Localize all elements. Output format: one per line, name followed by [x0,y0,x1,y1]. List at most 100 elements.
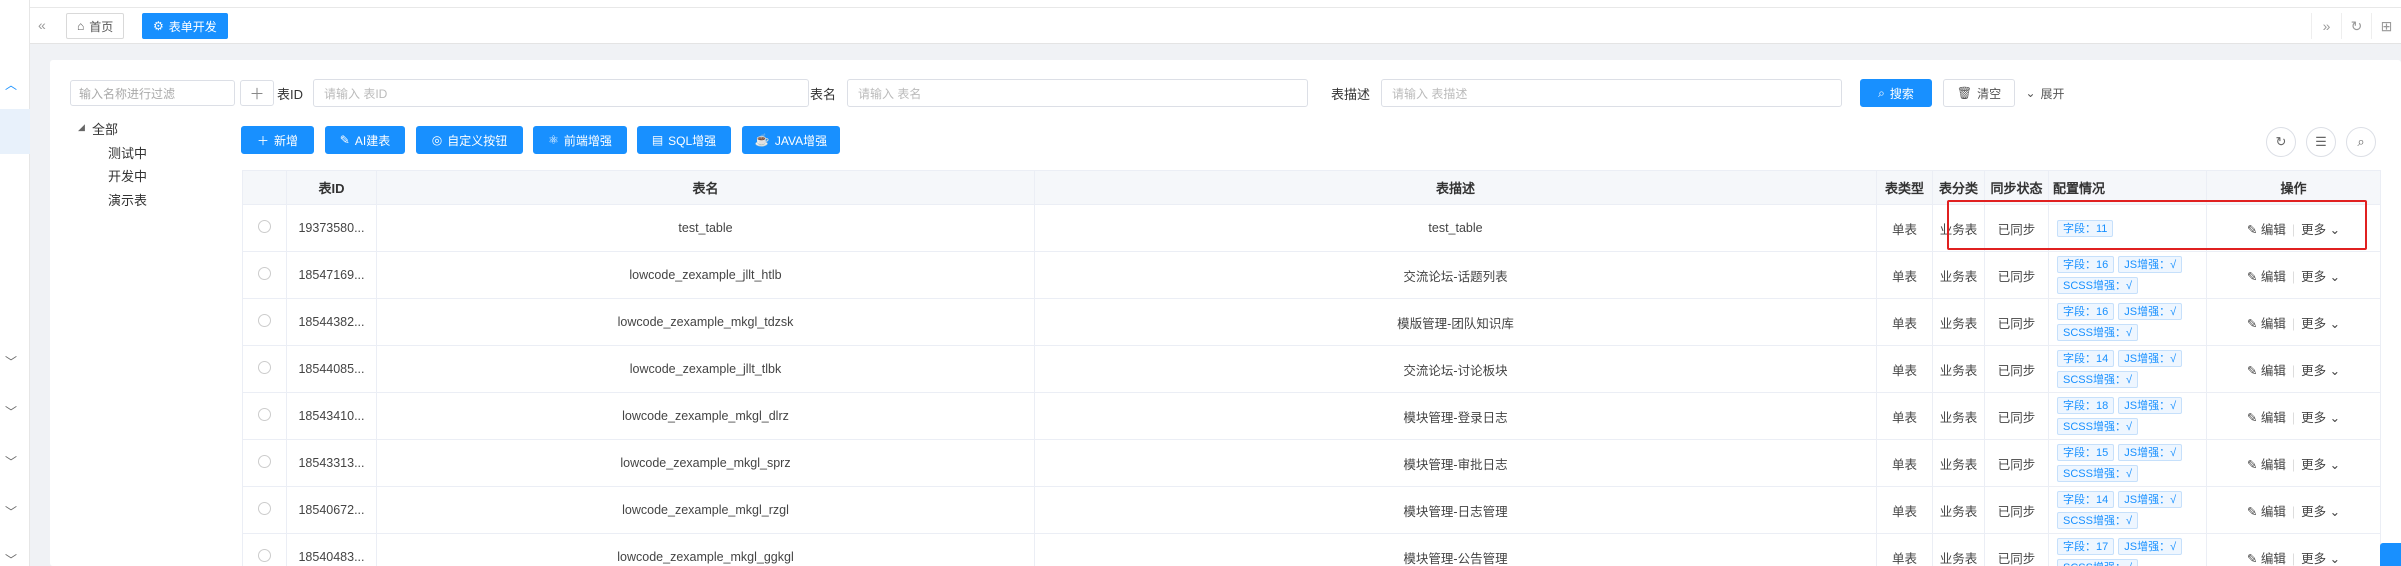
tree-node-root[interactable]: 全部 [92,119,118,138]
divider: | [2291,316,2296,331]
row-select-cell[interactable] [242,345,287,393]
actions-cell: ✎ 编辑 | 更多 ⌄ [2206,533,2381,566]
divider: | [2291,551,2296,566]
sql-enhance-button[interactable]: ▤ SQL增强 [637,126,731,154]
chevron-down-icon[interactable]: ﹀ [2,352,20,370]
table-row[interactable]: 18543313... lowcode_zexample_mkgl_sprz 模块管… [242,439,2381,487]
table-name-input[interactable]: 请输入 表名 [847,79,1308,107]
chevron-down-icon: ⌄ [2329,410,2341,425]
table-row[interactable]: 18540672... lowcode_zexample_mkgl_rzgl 模块管… [242,486,2381,534]
chevron-down-icon[interactable]: ﹀ [2,452,20,470]
table-row[interactable]: 18547169... lowcode_zexample_jllt_htlb 交流论… [242,251,2381,299]
trash-icon: 🗑 [1956,86,1973,100]
sidebar-active-item[interactable] [0,109,30,154]
more-dropdown[interactable]: 更多 ⌄ [2301,505,2340,519]
settings-float-button[interactable] [2380,543,2401,566]
refresh-icon[interactable]: ↻ [2341,13,2371,39]
edit-link[interactable]: ✎ 编辑 [2247,458,2286,472]
more-dropdown[interactable]: 更多 ⌄ [2301,552,2340,566]
config-cell: 字段：17JS增强：√ SCSS增强：√ [2048,533,2207,566]
sync-status-cell: 已同步 [1984,533,2049,566]
tab-form-dev[interactable]: ⚙ 表单开发 [142,13,228,39]
search-button[interactable]: ⌕ 搜索 [1860,79,1932,107]
more-dropdown[interactable]: 更多 ⌄ [2301,458,2340,472]
chevron-down-icon[interactable]: ﹀ [2,502,20,520]
row-radio[interactable] [258,220,271,233]
clear-button[interactable]: 🗑 清空 [1943,79,2015,107]
scroll-right-icon[interactable]: » [2311,13,2341,39]
table-id-cell: 18544382... [286,298,377,346]
ai-create-button[interactable]: ✎ AI建表 [325,126,405,154]
chevron-down-icon[interactable]: ﹀ [2,550,20,566]
table-desc-input[interactable]: 请输入 表描述 [1381,79,1842,107]
search-toggle-icon[interactable]: ⌕ [2346,127,2376,157]
more-dropdown[interactable]: 更多 ⌄ [2301,364,2340,378]
config-cell: 字段：18 JS增强：√ SCSS增强：√ [2048,392,2207,440]
edit-link[interactable]: ✎ 编辑 [2247,270,2286,284]
row-radio[interactable] [258,455,271,468]
row-radio[interactable] [258,361,271,374]
table-name-cell: lowcode_zexample_mkgl_sprz [376,439,1035,487]
more-dropdown[interactable]: 更多 ⌄ [2301,411,2340,425]
caret-down-icon[interactable]: ◢ [78,122,85,133]
row-select-cell[interactable] [242,439,287,487]
database-icon: ▤ [651,133,664,147]
config-tag: 字段：14 [2057,491,2115,508]
row-select-cell[interactable] [242,251,287,299]
tree-node-developing[interactable]: 开发中 [108,166,147,185]
edit-link[interactable]: ✎ 编辑 [2247,411,2286,425]
more-dropdown[interactable]: 更多 ⌄ [2301,270,2340,284]
table-row[interactable]: 18543410... lowcode_zexample_mkgl_dlrz 模块管… [242,392,2381,440]
sync-status-cell: 已同步 [1984,345,2049,393]
table-row[interactable]: 18540483... lowcode_zexample_mkgl_ggkgl 模块… [242,533,2381,566]
table-id-cell: 19373580... [286,204,377,252]
row-select-cell[interactable] [242,486,287,534]
edit-icon: ✎ [2246,269,2258,284]
tree-node-demo[interactable]: 演示表 [108,190,147,209]
table-id-cell: 18543410... [286,392,377,440]
edit-link[interactable]: ✎ 编辑 [2247,364,2286,378]
sync-status-cell: 已同步 [1984,439,2049,487]
edit-link[interactable]: ✎ 编辑 [2247,552,2286,566]
row-select-cell[interactable] [242,392,287,440]
row-radio[interactable] [258,408,271,421]
refresh-icon[interactable]: ↻ [2266,127,2296,157]
row-radio[interactable] [258,267,271,280]
grid-icon[interactable]: ⊞ [2371,13,2401,39]
custom-button-button[interactable]: ◎ 自定义按钮 [416,126,523,154]
edit-link[interactable]: ✎ 编辑 [2247,317,2286,331]
table-desc-cell: 模块管理-审批日志 [1034,439,1877,487]
table-row[interactable]: 18544382... lowcode_zexample_mkgl_tdzsk 模版… [242,298,2381,346]
add-category-button[interactable]: ＋ [240,80,274,106]
edit-icon: ✎ [2246,504,2258,519]
edit-link[interactable]: ✎ 编辑 [2247,505,2286,519]
row-select-cell[interactable] [242,204,287,252]
java-enhance-button[interactable]: ☕ JAVA增强 [742,126,840,154]
row-radio[interactable] [258,314,271,327]
scroll-left-icon[interactable]: « [38,17,46,33]
chevron-down-icon: ⌄ [2329,363,2341,378]
frontend-enhance-button[interactable]: ⚛ 前端增强 [533,126,627,154]
collapse-up-icon[interactable]: ︿ [2,75,20,93]
row-select-cell[interactable] [242,533,287,566]
row-radio[interactable] [258,549,271,562]
tree-filter-input[interactable]: 输入名称进行过滤 [70,80,235,106]
tab-bar: « ⌂ 首页 ⚙ 表单开发 » ↻ ⊞ [30,8,2401,44]
add-button[interactable]: ＋新增 [241,126,314,154]
more-dropdown[interactable]: 更多 ⌄ [2301,317,2340,331]
divider: | [2291,363,2296,378]
expand-button[interactable]: ⌄ 展开 [2020,79,2070,107]
chevron-down-icon[interactable]: ﹀ [2,402,20,420]
java-icon: ☕ [754,133,770,147]
config-tag: JS增强：√ [2118,538,2183,555]
custom-icon: ◎ [431,133,443,147]
row-radio[interactable] [258,502,271,515]
edit-icon: ✎ [2246,316,2258,331]
tab-home[interactable]: ⌂ 首页 [66,13,125,39]
tree-node-testing[interactable]: 测试中 [108,143,147,162]
row-select-cell[interactable] [242,298,287,346]
highlight-box [1947,200,2367,250]
table-id-input[interactable]: 请输入 表ID [313,79,809,107]
column-settings-icon[interactable]: ☰ [2306,127,2336,157]
table-row[interactable]: 18544085... lowcode_zexample_jllt_tlbk 交流论… [242,345,2381,393]
